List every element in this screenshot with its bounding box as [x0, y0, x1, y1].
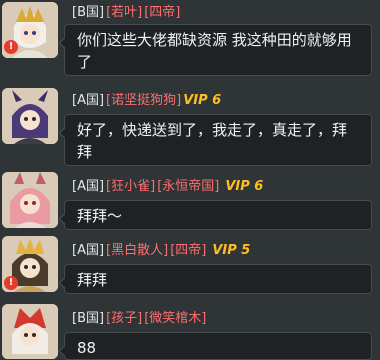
message-text: 拜拜 — [77, 271, 108, 289]
message-text: 拜拜～ — [77, 207, 123, 225]
alliance-tag[interactable]: [微笑棺木] — [144, 311, 206, 326]
message-bubble: 你们这些大佬都缺资源 我这种田的就够用了 — [58, 24, 372, 76]
message-bubble: 拜拜～ — [58, 200, 372, 230]
warning-icon: ! — [4, 40, 18, 54]
player-name[interactable]: [孩子] — [106, 311, 142, 326]
message-bubble: 88 — [58, 332, 372, 360]
player-name[interactable]: [狂小雀] — [106, 179, 155, 194]
server-tag: [A国] — [72, 93, 105, 108]
alliance-tag[interactable]: [四帝] — [144, 5, 180, 20]
message-header: [A国] [狂小雀] [永恒帝国] VIP 6 — [72, 178, 263, 196]
message-bubble: 好了，快递送到了，我走了，真走了，拜拜 — [58, 114, 372, 166]
message-header: [A国] [诺坚挺狗狗] VIP 6 — [72, 92, 221, 110]
message-text: 好了，快递送到了，我走了，真走了，拜拜 — [77, 121, 348, 161]
vip-badge: VIP 6 — [225, 179, 264, 194]
alliance-tag[interactable]: [永恒帝国] — [157, 179, 219, 194]
message-header: [B国] [孩子] [微笑棺木] — [72, 310, 212, 328]
server-tag: [B国] — [72, 311, 105, 326]
server-tag: [B国] — [72, 5, 105, 20]
pink-hair-avatar-icon[interactable] — [2, 172, 58, 228]
vip-badge: VIP 5 — [212, 243, 251, 258]
server-tag: [A国] — [72, 243, 105, 258]
server-tag: [A国] — [72, 179, 105, 194]
vip-badge: VIP 6 — [183, 93, 222, 108]
player-name[interactable]: [若叶] — [106, 5, 142, 20]
player-name[interactable]: [诺坚挺狗狗] — [106, 93, 181, 108]
alliance-tag[interactable]: [四帝] — [170, 243, 206, 258]
red-armor-avatar-icon[interactable] — [2, 304, 58, 359]
player-name[interactable]: [黑白散人] — [106, 243, 168, 258]
warning-icon: ! — [4, 276, 18, 290]
message-bubble: 拜拜 — [58, 264, 372, 294]
message-text: 88 — [77, 339, 97, 357]
chat-panel: ! [B国] [若叶] [四帝] 你们这些大佬都缺资源 我这种田的就够用了 [A国]… — [0, 0, 380, 360]
purple-hair-horned-avatar-icon[interactable] — [2, 88, 58, 144]
message-header: [B国] [若叶] [四帝] — [72, 4, 186, 22]
message-text: 你们这些大佬都缺资源 我这种田的就够用了 — [77, 31, 352, 71]
message-header: [A国] [黑白散人] [四帝] VIP 5 — [72, 242, 250, 260]
